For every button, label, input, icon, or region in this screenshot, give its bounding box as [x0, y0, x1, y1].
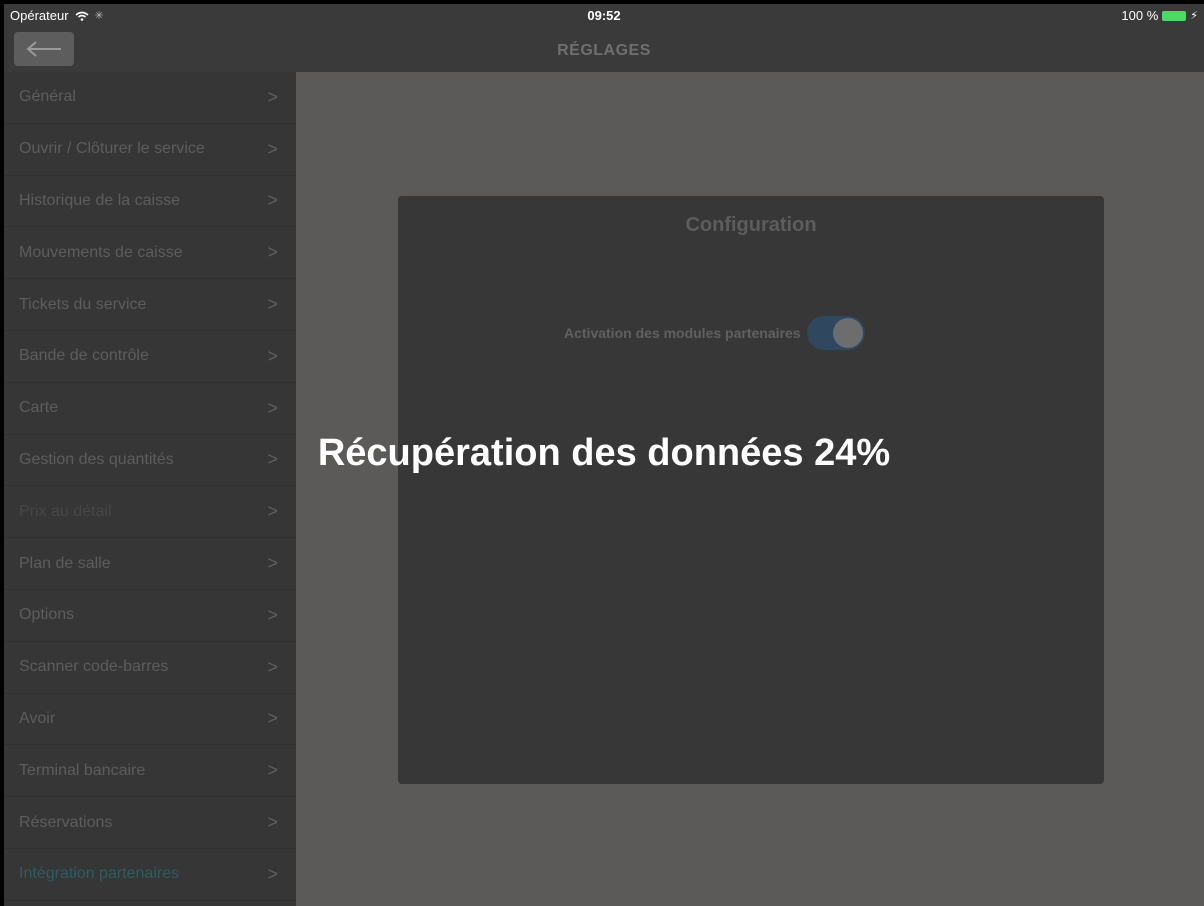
sidebar-item-label: Scanner code-barres: [19, 658, 169, 676]
chevron-right-icon: >: [267, 345, 278, 366]
sidebar-item-label: Bande de contrôle: [19, 347, 149, 365]
app-frame: Opérateur ✳ 09:52 100 % ⚡ RÉGLAGES Génér…: [4, 4, 1204, 906]
chevron-right-icon: >: [267, 86, 278, 107]
charging-icon: ⚡: [1190, 10, 1198, 22]
chevron-right-icon: >: [267, 656, 278, 677]
sidebar-item[interactable]: Plan de salle >: [4, 538, 296, 590]
chevron-right-icon: >: [267, 138, 278, 159]
chevron-right-icon: >: [267, 760, 278, 781]
panel-title: Configuration: [685, 214, 817, 236]
sidebar-item[interactable]: Historique de la caisse >: [4, 176, 296, 228]
sidebar-item-label: Intégration partenaires: [19, 865, 180, 883]
sidebar-item-label: Carte: [19, 399, 59, 417]
chevron-right-icon: >: [267, 397, 278, 418]
chevron-right-icon: >: [267, 604, 278, 625]
sidebar-item[interactable]: Prix au détail >: [4, 486, 296, 539]
sidebar-item-label: Réservations: [19, 813, 113, 831]
sidebar-item-label: Prix au détail: [19, 502, 112, 520]
partner-modules-label: Activation des modules partenaires: [564, 325, 801, 341]
sidebar-item-label: Terminal bancaire: [19, 761, 146, 779]
status-time: 09:52: [587, 8, 621, 23]
sidebar-item-label: Avoir: [19, 709, 56, 727]
sidebar-item-label: Tickets du service: [19, 295, 147, 313]
sidebar-item-label: Mouvements de caisse: [19, 243, 183, 261]
sidebar-item[interactable]: Tickets du service >: [4, 279, 296, 331]
sidebar-item[interactable]: Mouvements de caisse >: [4, 227, 296, 280]
sidebar-item-label: Historique de la caisse: [19, 191, 180, 209]
sidebar-item[interactable]: Général >: [4, 72, 296, 124]
sidebar-item[interactable]: Avoir >: [4, 694, 296, 746]
sidebar-item[interactable]: Options >: [4, 590, 296, 642]
sidebar-item-label: Ouvrir / Clôturer le service: [19, 140, 205, 158]
chevron-right-icon: >: [267, 294, 278, 315]
sidebar-item-label: Général: [19, 88, 76, 106]
chevron-right-icon: >: [267, 708, 278, 729]
chevron-right-icon: >: [267, 553, 278, 574]
toggle-knob: [832, 318, 863, 348]
partner-modules-row: Activation des modules partenaires: [564, 316, 865, 350]
sidebar-item[interactable]: Carte >: [4, 383, 296, 435]
sidebar-item[interactable]: Réservations >: [4, 797, 296, 849]
status-right: 100 % ⚡: [1121, 8, 1198, 23]
chevron-right-icon: >: [267, 863, 278, 884]
sidebar-item-label: Plan de salle: [19, 554, 111, 572]
status-bar: Opérateur ✳ 09:52 100 % ⚡: [4, 4, 1204, 28]
battery-icon: [1162, 10, 1187, 21]
sidebar-item[interactable]: Scanner code-barres >: [4, 642, 296, 694]
chevron-right-icon: >: [267, 812, 278, 833]
configuration-panel: Configuration Activation des modules par…: [398, 196, 1104, 784]
settings-sidebar: Général > Ouvrir / Clôturer le service > His…: [4, 72, 296, 906]
page-title: RÉGLAGES: [557, 42, 651, 59]
sidebar-item[interactable]: Ouvrir / Clôturer le service >: [4, 124, 296, 176]
chevron-right-icon: >: [267, 242, 278, 263]
sidebar-item[interactable]: Intégration partenaires >: [4, 849, 296, 901]
chevron-right-icon: >: [267, 190, 278, 211]
battery-percent: 100 %: [1121, 8, 1159, 23]
loading-message: Récupération des données 24%: [317, 432, 891, 474]
nav-bar: RÉGLAGES: [4, 28, 1204, 72]
chevron-right-icon: >: [267, 501, 278, 522]
sidebar-item[interactable]: Bande de contrôle >: [4, 331, 296, 383]
sidebar-item[interactable]: Terminal bancaire >: [4, 745, 296, 798]
partner-modules-toggle[interactable]: [806, 316, 865, 350]
sidebar-item-label: Options: [19, 606, 75, 624]
